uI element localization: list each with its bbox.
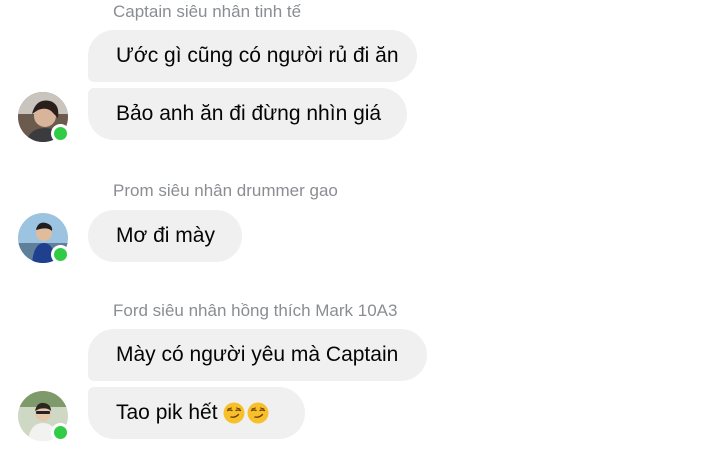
message-bubble[interactable]: Mơ đi mày bbox=[88, 210, 242, 262]
message-bubble[interactable]: Tao pik hết bbox=[88, 387, 305, 439]
smirking-face-icon bbox=[223, 402, 245, 424]
avatar[interactable] bbox=[18, 213, 70, 264]
sender-name: Ford siêu nhân hồng thích Mark 10A3 bbox=[113, 301, 398, 320]
message-bubble[interactable]: Mày có người yêu mà Captain bbox=[88, 329, 427, 381]
smirking-face-icon bbox=[247, 402, 269, 424]
message-text: Tao pik hết bbox=[116, 401, 218, 424]
sender-name: Prom siêu nhân drummer gao bbox=[113, 181, 338, 200]
avatar[interactable] bbox=[18, 391, 70, 442]
message-bubble[interactable]: Ước gì cũng có người rủ đi ăn bbox=[88, 30, 417, 82]
online-status-indicator bbox=[51, 245, 70, 264]
online-status-indicator bbox=[51, 423, 70, 442]
sender-name: Captain siêu nhân tinh tế bbox=[113, 2, 302, 21]
message-bubble[interactable]: Bảo anh ăn đi đừng nhìn giá bbox=[88, 88, 407, 140]
online-status-indicator bbox=[51, 124, 70, 143]
message-text: Bảo anh ăn đi đừng nhìn giá bbox=[116, 102, 382, 125]
message-text: Ước gì cũng có người rủ đi ăn bbox=[116, 44, 399, 67]
message-text: Mày có người yêu mà Captain bbox=[116, 343, 399, 366]
avatar[interactable] bbox=[18, 92, 70, 143]
message-text: Mơ đi mày bbox=[116, 224, 215, 247]
